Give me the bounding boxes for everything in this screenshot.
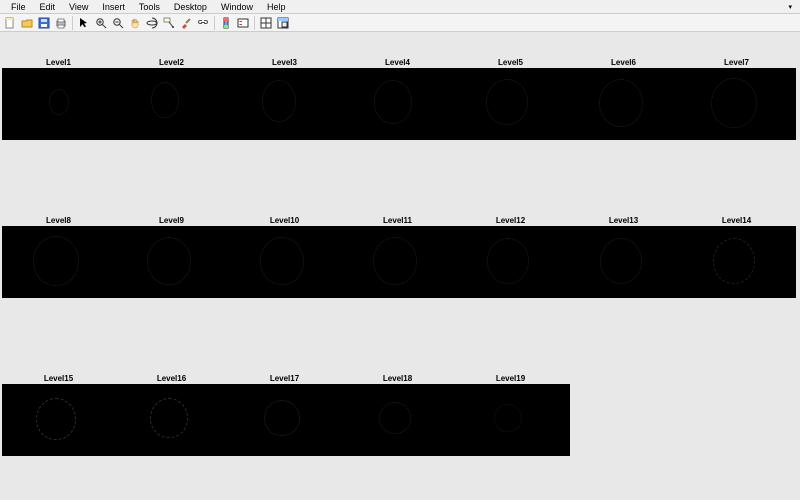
subplot-title: Level15 (2, 374, 115, 383)
subplot-title: Level13 (567, 216, 680, 225)
menu-bar: File Edit View Insert Tools Desktop Wind… (0, 0, 800, 14)
subplot-title: Level10 (228, 216, 341, 225)
subplot-image[interactable] (341, 68, 454, 140)
subplot-image[interactable] (341, 384, 454, 456)
subplot-title: Level11 (341, 216, 454, 225)
subplot-image[interactable] (228, 384, 341, 456)
subplot-grid-icon[interactable] (258, 15, 274, 31)
subplot-image[interactable] (680, 226, 793, 298)
subplot-image[interactable] (115, 226, 228, 298)
subplot-title: Level14 (680, 216, 793, 225)
menu-overflow-icon[interactable]: ▾ (788, 3, 796, 11)
data-cursor-icon[interactable] (161, 15, 177, 31)
subplot-image[interactable] (2, 384, 115, 456)
subplot-strip (2, 384, 570, 456)
subplot-title: Level2 (115, 58, 228, 67)
menu-insert[interactable]: Insert (95, 2, 132, 12)
new-file-icon[interactable] (2, 15, 18, 31)
subplot-title: Level17 (228, 374, 341, 383)
brush-icon[interactable] (178, 15, 194, 31)
save-icon[interactable] (36, 15, 52, 31)
subplot-title: Level18 (341, 374, 454, 383)
figure-canvas: Level1 Level2 Level3 Level4 Level5 Level… (0, 32, 800, 500)
pan-hand-icon[interactable] (127, 15, 143, 31)
subplot-strip (2, 68, 796, 140)
subplot-image[interactable] (2, 68, 115, 140)
subplot-title: Level7 (680, 58, 793, 67)
toolbar-separator (214, 16, 215, 30)
subplot-image[interactable] (341, 226, 454, 298)
subplot-image[interactable] (454, 384, 567, 456)
subplot-title-row: Level15 Level16 Level17 Level18 Level19 (2, 374, 800, 383)
subplot-title: Level12 (454, 216, 567, 225)
subplot-image[interactable] (115, 68, 228, 140)
rotate-3d-icon[interactable] (144, 15, 160, 31)
toolbar-separator (254, 16, 255, 30)
subplot-image[interactable] (115, 384, 228, 456)
menu-file[interactable]: File (4, 2, 33, 12)
subplot-title: Level19 (454, 374, 567, 383)
menu-desktop[interactable]: Desktop (167, 2, 214, 12)
toolbar-separator (72, 16, 73, 30)
subplot-image[interactable] (454, 68, 567, 140)
subplot-title: Level3 (228, 58, 341, 67)
menu-tools[interactable]: Tools (132, 2, 167, 12)
subplot-title-row: Level1 Level2 Level3 Level4 Level5 Level… (2, 58, 800, 67)
zoom-in-icon[interactable] (93, 15, 109, 31)
subplot-image[interactable] (228, 226, 341, 298)
print-icon[interactable] (53, 15, 69, 31)
subplot-image[interactable] (2, 226, 115, 298)
subplot-title: Level6 (567, 58, 680, 67)
zoom-out-icon[interactable] (110, 15, 126, 31)
menu-help[interactable]: Help (260, 2, 293, 12)
link-icon[interactable] (195, 15, 211, 31)
subplot-image[interactable] (567, 68, 680, 140)
pointer-icon[interactable] (76, 15, 92, 31)
subplot-image[interactable] (567, 226, 680, 298)
legend-icon[interactable] (235, 15, 251, 31)
menu-window[interactable]: Window (214, 2, 260, 12)
subplot-strip (2, 226, 796, 298)
subplot-image[interactable] (454, 226, 567, 298)
subplot-title: Level16 (115, 374, 228, 383)
open-folder-icon[interactable] (19, 15, 35, 31)
subplot-image[interactable] (680, 68, 793, 140)
menu-view[interactable]: View (62, 2, 95, 12)
dock-figure-icon[interactable] (275, 15, 291, 31)
subplot-title: Level5 (454, 58, 567, 67)
subplot-title: Level4 (341, 58, 454, 67)
menu-edit[interactable]: Edit (33, 2, 63, 12)
subplot-image[interactable] (228, 68, 341, 140)
subplot-title-row: Level8 Level9 Level10 Level11 Level12 Le… (2, 216, 800, 225)
toolbar (0, 14, 800, 32)
colorbar-icon[interactable] (218, 15, 234, 31)
subplot-title: Level1 (2, 58, 115, 67)
subplot-title: Level8 (2, 216, 115, 225)
subplot-title: Level9 (115, 216, 228, 225)
